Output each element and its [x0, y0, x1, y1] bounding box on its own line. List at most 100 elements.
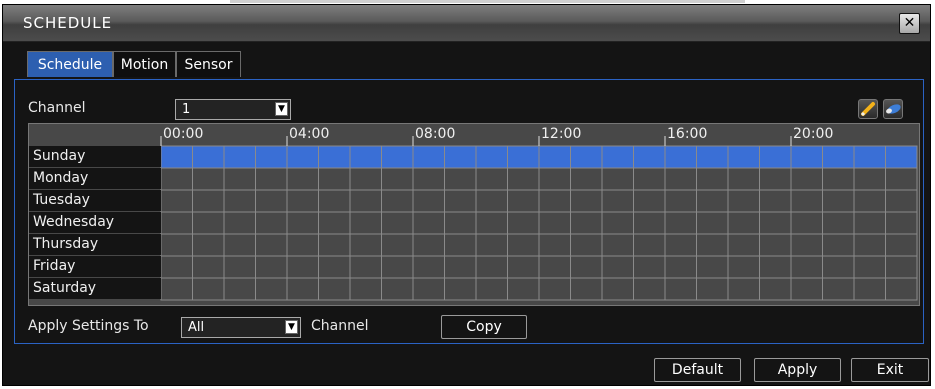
schedule-cell[interactable]: [727, 211, 760, 235]
schedule-cell[interactable]: [822, 167, 855, 191]
schedule-cell[interactable]: [696, 255, 729, 279]
schedule-cell[interactable]: [790, 167, 823, 191]
schedule-cell[interactable]: [349, 167, 382, 191]
schedule-cell[interactable]: [633, 255, 666, 279]
schedule-cell[interactable]: [192, 167, 225, 191]
schedule-cell[interactable]: [727, 233, 760, 257]
schedule-cell[interactable]: [853, 211, 886, 235]
schedule-cell[interactable]: [475, 255, 508, 279]
schedule-cell[interactable]: [885, 167, 918, 191]
schedule-cell[interactable]: [507, 233, 540, 257]
schedule-cell[interactable]: [160, 167, 193, 191]
schedule-cell[interactable]: [727, 189, 760, 213]
schedule-cell[interactable]: [885, 145, 918, 169]
schedule-cell[interactable]: [601, 211, 634, 235]
schedule-cell[interactable]: [759, 211, 792, 235]
schedule-cell[interactable]: [727, 145, 760, 169]
schedule-cell[interactable]: [223, 167, 256, 191]
copy-button[interactable]: Copy: [441, 315, 527, 339]
schedule-cell[interactable]: [853, 145, 886, 169]
schedule-cell[interactable]: [633, 277, 666, 301]
schedule-cell[interactable]: [223, 189, 256, 213]
schedule-cell[interactable]: [853, 189, 886, 213]
schedule-cell[interactable]: [318, 167, 351, 191]
schedule-grid-cells[interactable]: [29, 124, 919, 305]
schedule-cell[interactable]: [822, 189, 855, 213]
tab-sensor[interactable]: Sensor: [176, 51, 241, 77]
schedule-cell[interactable]: [223, 277, 256, 301]
schedule-cell[interactable]: [601, 167, 634, 191]
apply-to-select[interactable]: All ▼: [181, 317, 301, 338]
schedule-cell[interactable]: [570, 189, 603, 213]
schedule-cell[interactable]: [255, 145, 288, 169]
schedule-cell[interactable]: [853, 277, 886, 301]
schedule-cell[interactable]: [538, 233, 571, 257]
schedule-cell[interactable]: [664, 189, 697, 213]
schedule-cell[interactable]: [759, 233, 792, 257]
schedule-cell[interactable]: [601, 277, 634, 301]
schedule-cell[interactable]: [349, 145, 382, 169]
schedule-cell[interactable]: [475, 233, 508, 257]
schedule-cell[interactable]: [570, 255, 603, 279]
schedule-cell[interactable]: [696, 189, 729, 213]
schedule-cell[interactable]: [412, 145, 445, 169]
schedule-cell[interactable]: [286, 255, 319, 279]
close-icon[interactable]: ✕: [899, 13, 920, 34]
schedule-cell[interactable]: [853, 255, 886, 279]
schedule-cell[interactable]: [444, 167, 477, 191]
schedule-cell[interactable]: [381, 233, 414, 257]
schedule-cell[interactable]: [381, 167, 414, 191]
schedule-cell[interactable]: [160, 255, 193, 279]
schedule-cell[interactable]: [885, 189, 918, 213]
schedule-cell[interactable]: [381, 145, 414, 169]
schedule-cell[interactable]: [570, 167, 603, 191]
schedule-cell[interactable]: [885, 233, 918, 257]
schedule-cell[interactable]: [475, 167, 508, 191]
schedule-cell[interactable]: [727, 255, 760, 279]
schedule-cell[interactable]: [633, 211, 666, 235]
schedule-cell[interactable]: [475, 277, 508, 301]
schedule-cell[interactable]: [507, 167, 540, 191]
schedule-cell[interactable]: [664, 255, 697, 279]
schedule-cell[interactable]: [412, 255, 445, 279]
schedule-cell[interactable]: [507, 277, 540, 301]
schedule-cell[interactable]: [412, 233, 445, 257]
schedule-cell[interactable]: [570, 211, 603, 235]
schedule-cell[interactable]: [759, 255, 792, 279]
schedule-cell[interactable]: [538, 211, 571, 235]
schedule-cell[interactable]: [381, 277, 414, 301]
schedule-cell[interactable]: [538, 145, 571, 169]
schedule-cell[interactable]: [759, 189, 792, 213]
schedule-cell[interactable]: [286, 189, 319, 213]
schedule-cell[interactable]: [349, 211, 382, 235]
schedule-cell[interactable]: [507, 211, 540, 235]
schedule-cell[interactable]: [286, 145, 319, 169]
schedule-cell[interactable]: [664, 211, 697, 235]
schedule-cell[interactable]: [255, 233, 288, 257]
schedule-cell[interactable]: [790, 255, 823, 279]
schedule-cell[interactable]: [601, 255, 634, 279]
schedule-cell[interactable]: [349, 277, 382, 301]
schedule-cell[interactable]: [381, 211, 414, 235]
schedule-cell[interactable]: [475, 189, 508, 213]
schedule-cell[interactable]: [255, 211, 288, 235]
schedule-cell[interactable]: [885, 211, 918, 235]
schedule-cell[interactable]: [633, 233, 666, 257]
schedule-cell[interactable]: [790, 211, 823, 235]
schedule-cell[interactable]: [475, 145, 508, 169]
schedule-cell[interactable]: [664, 145, 697, 169]
schedule-cell[interactable]: [759, 277, 792, 301]
schedule-cell[interactable]: [318, 211, 351, 235]
schedule-cell[interactable]: [696, 277, 729, 301]
schedule-cell[interactable]: [696, 167, 729, 191]
schedule-cell[interactable]: [664, 167, 697, 191]
schedule-cell[interactable]: [790, 189, 823, 213]
schedule-cell[interactable]: [633, 167, 666, 191]
apply-button[interactable]: Apply: [754, 358, 841, 382]
schedule-cell[interactable]: [601, 145, 634, 169]
schedule-cell[interactable]: [696, 233, 729, 257]
schedule-cell[interactable]: [192, 255, 225, 279]
schedule-cell[interactable]: [286, 167, 319, 191]
schedule-cell[interactable]: [570, 277, 603, 301]
schedule-cell[interactable]: [444, 189, 477, 213]
